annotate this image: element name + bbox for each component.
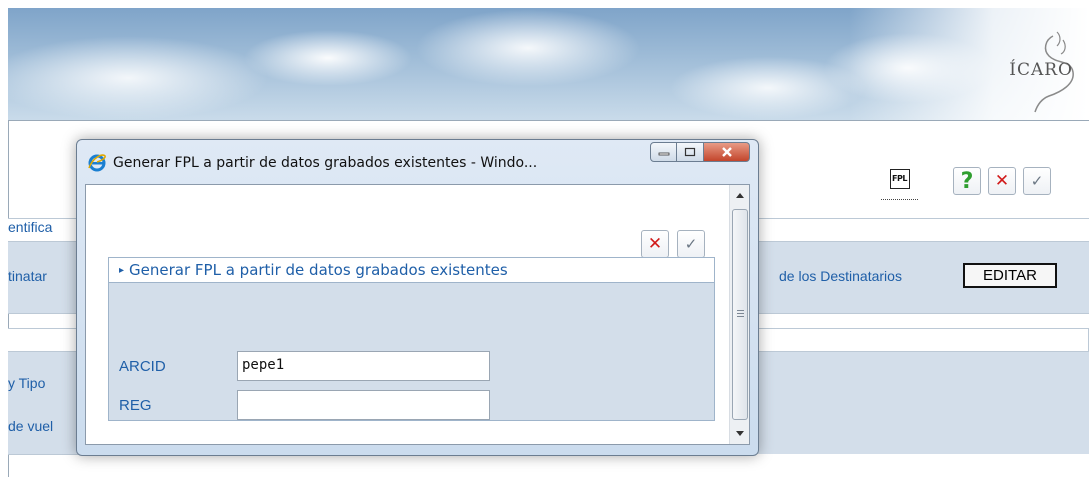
fpl-icon: FPL xyxy=(889,168,910,189)
reg-input[interactable] xyxy=(237,390,490,420)
header-divider xyxy=(8,120,1089,121)
arcid-input[interactable]: pepe1 xyxy=(237,351,490,381)
grip-line xyxy=(737,316,744,317)
minimize-button[interactable] xyxy=(650,142,677,162)
grip-line xyxy=(737,313,744,314)
cancel-icon: ✕ xyxy=(994,171,1010,191)
maximize-button[interactable] xyxy=(677,142,704,162)
bullet-icon: ▸ xyxy=(119,264,125,276)
grip-line xyxy=(737,310,744,311)
cancel-button[interactable]: ✕ xyxy=(988,167,1016,195)
minimize-icon xyxy=(658,152,669,156)
popup-title: Generar FPL a partir de datos grabados e… xyxy=(113,155,538,171)
reg-label: REG xyxy=(119,397,152,414)
dialog-accept-button[interactable]: ✓ xyxy=(677,230,705,258)
form-title: Generar FPL a partir de datos grabados e… xyxy=(129,261,508,279)
recipients-list-label: de los Destinatarios xyxy=(779,268,902,284)
vertical-scrollbar[interactable] xyxy=(729,185,749,444)
window-controls xyxy=(650,142,750,162)
close-icon xyxy=(721,147,732,157)
edit-recipients-button[interactable]: EDITAR xyxy=(963,263,1057,288)
flight-label: de vuel xyxy=(8,418,54,434)
help-icon: ? xyxy=(960,168,974,194)
logo-text: ÍCARO xyxy=(1009,60,1073,80)
page: ÍCARO FPL ? ✕ ✓ entifica tinatar de los … xyxy=(0,0,1089,477)
accept-icon: ✓ xyxy=(1030,172,1044,190)
dialog-cancel-button[interactable]: ✕ xyxy=(641,230,669,258)
ie-icon xyxy=(88,154,106,172)
popup-titlebar: Generar FPL a partir de datos grabados e… xyxy=(87,152,537,174)
maximize-icon xyxy=(684,147,696,157)
cancel-icon: ✕ xyxy=(647,234,663,254)
recipients-label: tinatar xyxy=(8,268,47,284)
arcid-label: ARCID xyxy=(119,358,166,375)
generate-fpl-form: ▸ Generar FPL a partir de datos grabados… xyxy=(108,257,715,421)
close-window-button[interactable] xyxy=(704,142,750,162)
help-button[interactable]: ? xyxy=(953,167,981,195)
scroll-down-icon[interactable] xyxy=(736,431,744,436)
section-label-identification: entifica xyxy=(8,219,53,235)
scroll-thumb[interactable] xyxy=(732,209,748,420)
accept-icon: ✓ xyxy=(684,235,698,253)
type-label: y Tipo xyxy=(8,375,46,391)
popup-content: ✕ ✓ ▸ Generar FPL a partir de datos grab… xyxy=(85,184,750,445)
header-banner: ÍCARO xyxy=(8,8,1089,120)
form-header: ▸ Generar FPL a partir de datos grabados… xyxy=(109,258,714,283)
fpl-button[interactable]: FPL xyxy=(881,158,918,200)
accept-button[interactable]: ✓ xyxy=(1023,167,1051,195)
popup-window: Generar FPL a partir de datos grabados e… xyxy=(76,139,759,456)
scroll-up-icon[interactable] xyxy=(736,193,744,198)
